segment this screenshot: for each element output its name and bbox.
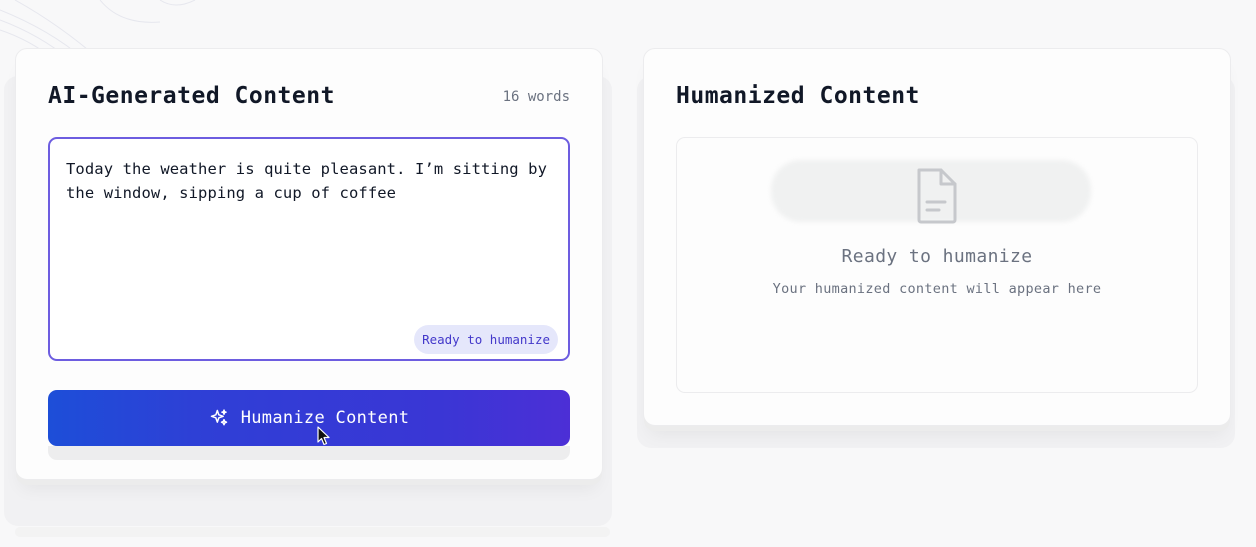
ai-content-textarea[interactable]: Today the weather is quite pleasant. I’m… (48, 137, 570, 361)
ai-content-title: AI-Generated Content (48, 83, 335, 109)
humanize-content-button[interactable]: Humanize Content (48, 390, 570, 446)
ai-content-card: AI-Generated Content 16 words Today the … (15, 48, 603, 480)
status-badge: Ready to humanize (414, 325, 558, 354)
app-stage: AI-Generated Content 16 words Today the … (0, 0, 1256, 547)
ai-content-text[interactable]: Today the weather is quite pleasant. I’m… (66, 157, 554, 205)
word-count: 16 words (502, 89, 570, 105)
humanized-content-title: Humanized Content (676, 83, 920, 109)
sparkles-icon (210, 409, 227, 426)
humanized-output-area: Ready to humanize Your humanized content… (676, 137, 1198, 393)
empty-state-title: Ready to humanize (841, 246, 1033, 267)
document-icon (917, 168, 957, 224)
button-shadow (48, 446, 570, 460)
humanized-content-card: Humanized Content Ready to humanize Your… (643, 48, 1231, 426)
bottom-shadow-strip (15, 527, 610, 537)
empty-state-subtitle: Your humanized content will appear here (772, 281, 1102, 297)
humanize-button-label: Humanize Content (240, 408, 410, 428)
mouse-cursor-icon (317, 426, 330, 446)
